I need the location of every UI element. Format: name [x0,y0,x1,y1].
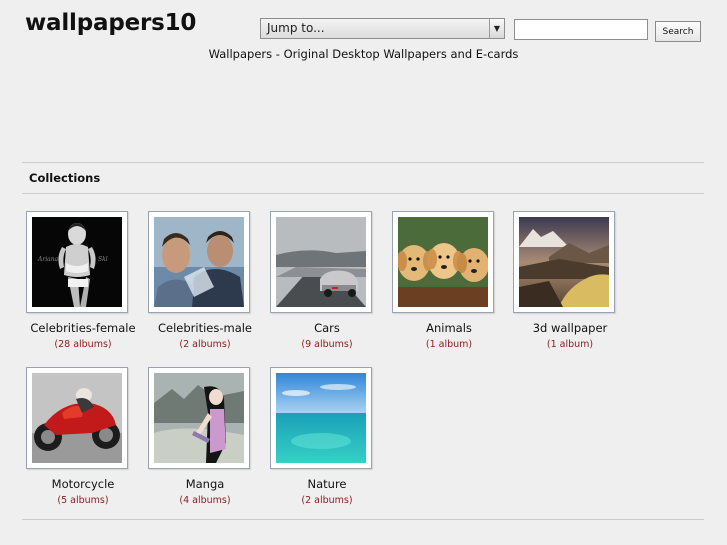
collection-count: (2 albums) [179,339,231,350]
collection-thumbnail[interactable] [270,211,372,313]
search-input[interactable] [514,19,648,40]
svg-text:Ariana: Ariana [37,256,59,263]
collection-name[interactable]: Celebrities-female [22,321,144,335]
chevron-down-icon[interactable]: ▼ [489,19,504,38]
collection-name[interactable]: Animals [388,321,510,335]
divider [22,519,704,520]
collection-name[interactable]: Cars [266,321,388,335]
thumbnail-image [154,373,244,463]
site-tagline: Wallpapers - Original Desktop Wallpapers… [208,47,519,61]
thumbnail-image [276,217,366,307]
collection-thumbnail[interactable]: Ariana Skl [26,211,128,313]
svg-text:Skl: Skl [98,256,108,263]
collection-count: (1 album) [425,339,473,350]
jump-to-label: Jump to... [267,21,325,35]
collection-thumbnail[interactable] [148,367,250,469]
collection-thumbnail[interactable] [513,211,615,313]
thumbnail-image: Ariana Skl [32,217,122,307]
jump-to-select[interactable]: Jump to... ▼ [260,18,505,39]
search-button[interactable]: Search [655,21,701,42]
collection-name[interactable]: 3d wallpaper [509,321,631,335]
collection-name[interactable]: Nature [266,477,388,491]
collection-count: (9 albums) [301,339,353,350]
collection-name[interactable]: Manga [144,477,266,491]
thumbnail-image [32,373,122,463]
site-title[interactable]: wallpapers10 [25,10,196,36]
collection-count: (28 albums) [54,339,112,350]
collection-thumbnail[interactable] [392,211,494,313]
collection-name[interactable]: Motorcycle [22,477,144,491]
thumbnail-image [519,217,609,307]
thumbnail-image [154,217,244,307]
collection-thumbnail[interactable] [270,367,372,469]
collection-count: (2 albums) [301,495,353,506]
collection-thumbnail[interactable] [26,367,128,469]
collection-name[interactable]: Celebrities-male [144,321,266,335]
collection-thumbnail[interactable] [148,211,250,313]
section-title: Collections [29,171,101,185]
collection-count: (4 albums) [179,495,231,506]
thumbnail-image [276,373,366,463]
divider [22,162,704,163]
collection-count: (1 album) [546,339,594,350]
collection-count: (5 albums) [57,495,109,506]
divider [22,193,704,194]
thumbnail-image [398,217,488,307]
